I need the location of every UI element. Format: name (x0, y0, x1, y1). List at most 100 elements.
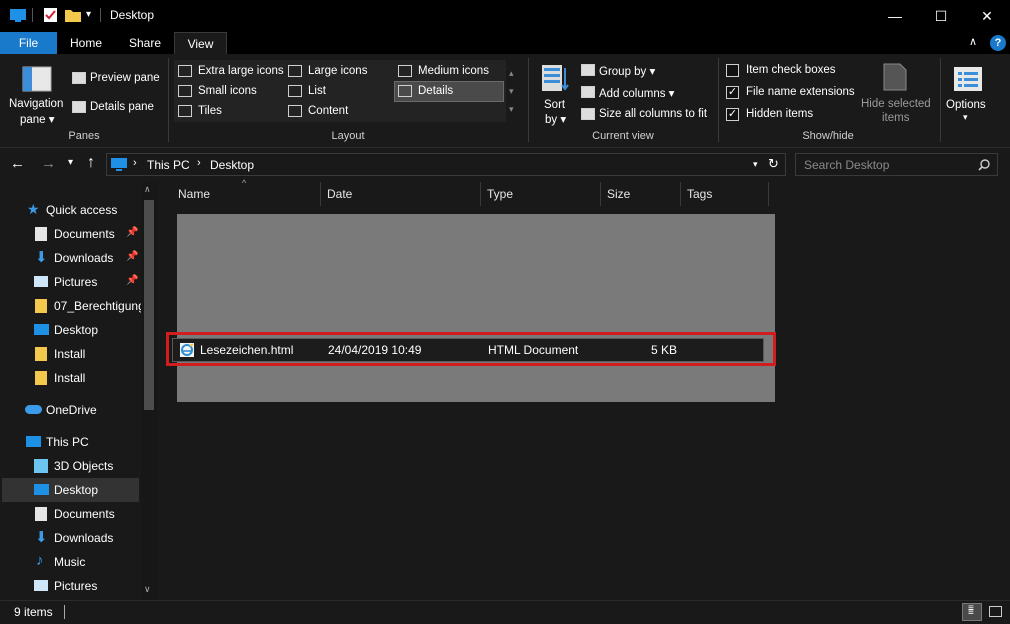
maximize-button[interactable]: ☐ (918, 0, 964, 32)
medium-icons-icon (398, 65, 412, 77)
group-by-button[interactable]: Group by ▾ (579, 62, 679, 80)
file-name-extensions-checkbox[interactable]: ✓ (726, 86, 739, 99)
large-icons-view-button[interactable] (986, 603, 1006, 621)
layout-gallery-scroll[interactable]: ▴ ▾ ▾ (509, 64, 514, 118)
computer-icon (111, 158, 127, 171)
status-bar: 9 items ≡ ≡ (0, 600, 1010, 624)
address-bar[interactable]: › This PC › Desktop ▾ ↻ (106, 153, 786, 176)
folder-icon (35, 371, 47, 385)
navigation-pane-icon (22, 66, 52, 92)
column-header-type[interactable]: Type (481, 182, 601, 206)
nav-item-downloads[interactable]: ⬇ Downloads (2, 526, 139, 550)
breadcrumb-desktop[interactable]: Desktop (210, 158, 254, 172)
navigation-pane-sublabel: pane ▾ (20, 114, 55, 126)
layout-details[interactable]: Details (394, 81, 504, 102)
hidden-items-toggle[interactable]: ✓ Hidden items (724, 106, 854, 124)
item-check-boxes-checkbox[interactable] (726, 64, 739, 77)
layout-list[interactable]: List (286, 83, 390, 101)
preview-pane-button[interactable]: Preview pane (70, 70, 162, 88)
nav-item-desktop-quick[interactable]: Desktop (2, 318, 139, 342)
forward-button[interactable]: → (41, 155, 56, 172)
title-divider (32, 8, 33, 22)
details-pane-button[interactable]: Details pane (70, 99, 162, 117)
details-label: Details (418, 85, 454, 97)
tab-view[interactable]: View (174, 32, 227, 54)
pin-icon: 📌 (126, 251, 139, 262)
minimize-button[interactable]: — (872, 0, 918, 32)
scroll-down-icon[interactable]: ∨ (144, 584, 151, 595)
download-icon: ⬇ (35, 249, 48, 266)
nav-item-label: Desktop (54, 483, 99, 497)
column-header-tags[interactable]: Tags (681, 182, 769, 206)
quick-access-toolbar-dropdown-icon[interactable]: ▾ (86, 9, 91, 20)
pictures-icon (34, 276, 48, 287)
search-icon[interactable] (978, 159, 990, 171)
nav-item-documents[interactable]: Documents (2, 502, 139, 526)
size-all-columns-button[interactable]: Size all columns to fit (579, 106, 713, 124)
item-check-boxes-toggle[interactable]: Item check boxes (724, 62, 854, 80)
recent-locations-dropdown-icon[interactable]: ▾ (68, 157, 73, 168)
nav-item-install-2[interactable]: Install (2, 366, 139, 390)
hidden-items-checkbox[interactable]: ✓ (726, 108, 739, 121)
navigation-pane-label: Navigation (9, 98, 64, 110)
new-folder-quick-icon[interactable] (65, 8, 81, 22)
details-view-button[interactable]: ≡ ≡ (962, 603, 982, 621)
close-button[interactable]: ✕ (964, 0, 1010, 32)
hide-selected-items-button[interactable]: Hide selected items (858, 56, 934, 128)
nav-item-music[interactable]: ♪ Music (2, 550, 139, 574)
column-header-size[interactable]: Size (601, 182, 681, 206)
properties-quick-icon[interactable] (43, 8, 59, 22)
nav-item-desktop-selected[interactable]: Desktop (2, 478, 139, 502)
list-label: List (308, 85, 326, 97)
sort-by-button[interactable]: Sort by ▾ (536, 56, 574, 128)
layout-medium-icons[interactable]: Medium icons (396, 63, 504, 81)
help-icon[interactable]: ? (990, 35, 1006, 51)
nav-item-install-1[interactable]: Install (2, 342, 139, 366)
tab-home[interactable]: Home (60, 32, 112, 54)
layout-small-icons[interactable]: Small icons (176, 83, 284, 101)
nav-item-pictures-quick[interactable]: Pictures 📌 (2, 270, 139, 294)
nav-item-label: Install (54, 371, 86, 385)
layout-extra-large-icons[interactable]: Extra large icons (176, 63, 284, 81)
address-history-dropdown-icon[interactable]: ▾ (753, 159, 758, 170)
search-input[interactable]: Search Desktop (804, 158, 889, 172)
pictures-icon (34, 580, 48, 591)
nav-item-3d-objects[interactable]: 3D Objects (2, 454, 139, 478)
group-by-icon (581, 64, 595, 76)
breadcrumb-this-pc[interactable]: This PC (147, 158, 190, 172)
collapse-ribbon-icon[interactable]: ∧ (969, 35, 977, 48)
layout-large-icons[interactable]: Large icons (286, 63, 390, 81)
title-divider-2 (100, 8, 101, 22)
navigation-bar: ← → ▾ ↑ › This PC › Desktop ▾ ↻ Search D… (0, 148, 1010, 182)
nav-item-label: Desktop (54, 323, 99, 337)
layout-content[interactable]: Content (286, 103, 390, 121)
title-bar: ▾ Desktop — ☐ ✕ (0, 0, 1010, 32)
navigation-pane-button[interactable]: Navigation pane ▾ (6, 56, 68, 128)
tab-file[interactable]: File (0, 32, 57, 54)
layout-tiles[interactable]: Tiles (176, 103, 284, 121)
nav-item-pictures[interactable]: Pictures (2, 574, 139, 598)
nav-pane-scrollbar[interactable]: ∧ ∨ (141, 182, 157, 600)
nav-item-07-berechtigungen[interactable]: 07_Berechtigungen (2, 294, 141, 318)
column-header-date[interactable]: Date (321, 182, 481, 206)
back-button[interactable]: ← (10, 155, 25, 172)
options-button[interactable]: Options ▾ (944, 56, 992, 128)
column-header-name[interactable]: Name (172, 182, 321, 206)
small-icons-icon (178, 85, 192, 97)
search-box[interactable]: Search Desktop (795, 153, 998, 176)
small-icons-label: Small icons (198, 85, 257, 97)
scroll-up-icon[interactable]: ∧ (144, 184, 151, 195)
breadcrumb-separator-icon: › (197, 157, 201, 169)
nav-item-this-pc[interactable]: This PC (2, 430, 139, 454)
file-name-extensions-toggle[interactable]: ✓ File name extensions (724, 84, 858, 102)
tab-share[interactable]: Share (118, 32, 172, 54)
refresh-icon[interactable]: ↻ (768, 156, 779, 172)
nav-item-documents-quick[interactable]: Documents 📌 (2, 222, 139, 246)
add-columns-button[interactable]: Add columns ▾ (579, 84, 689, 102)
up-button[interactable]: ↑ (87, 154, 95, 172)
nav-item-onedrive[interactable]: OneDrive (2, 398, 139, 422)
nav-item-downloads-quick[interactable]: ⬇ Downloads 📌 (2, 246, 139, 270)
scrollbar-thumb[interactable] (144, 200, 154, 410)
nav-item-quick-access[interactable]: ★ Quick access (2, 198, 139, 222)
item-check-boxes-label: Item check boxes (746, 64, 836, 76)
